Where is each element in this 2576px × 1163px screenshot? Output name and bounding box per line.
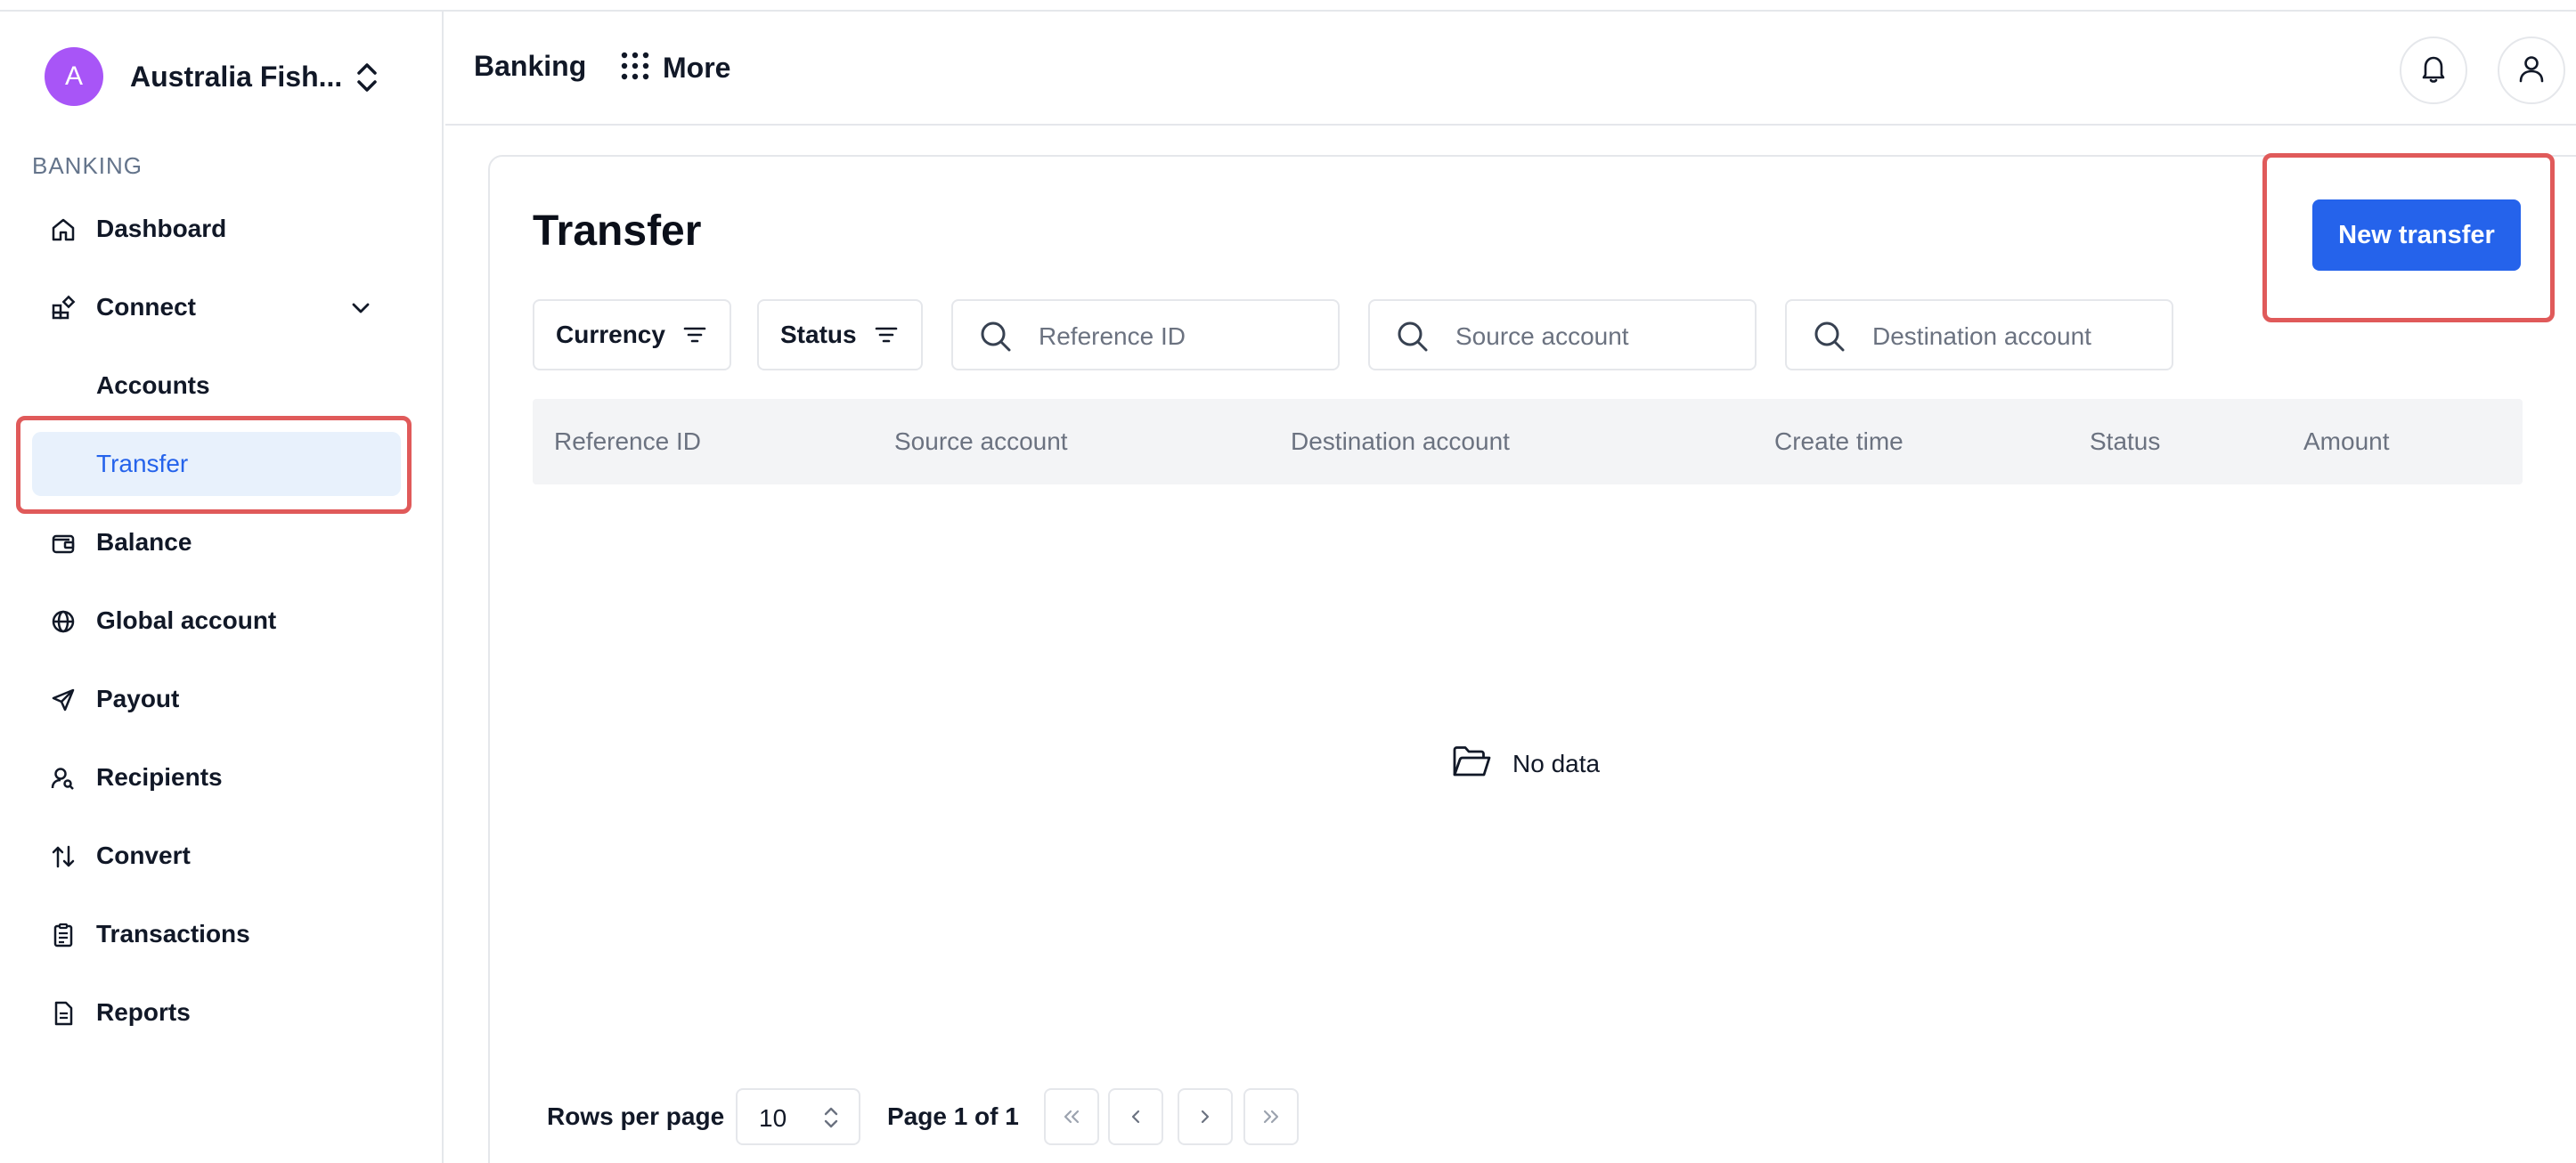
org-avatar: A bbox=[45, 47, 103, 106]
empty-state-text: No data bbox=[1512, 750, 1601, 777]
sidebar-item-label: Payout bbox=[96, 685, 180, 712]
sidebar-item-balance[interactable]: Balance bbox=[32, 510, 401, 574]
notifications-button[interactable] bbox=[2400, 37, 2467, 104]
sidebar-item-label: Balance bbox=[96, 528, 192, 556]
sidebar-item-accounts[interactable]: Accounts bbox=[32, 354, 401, 418]
grid-dots-icon bbox=[620, 51, 650, 85]
window-top-strip bbox=[0, 0, 2576, 12]
destination-account-input[interactable] bbox=[1872, 317, 2157, 356]
chevrons-left-icon bbox=[1064, 1110, 1080, 1124]
first-page-button[interactable] bbox=[1044, 1088, 1099, 1145]
send-icon bbox=[50, 687, 77, 713]
chevron-up-down-icon[interactable] bbox=[347, 56, 387, 99]
currency-filter-button[interactable]: Currency bbox=[533, 299, 731, 370]
sidebar-item-global-account[interactable]: Global account bbox=[32, 589, 401, 653]
previous-page-button[interactable] bbox=[1108, 1088, 1163, 1145]
user-profile-button[interactable] bbox=[2498, 37, 2565, 104]
chevron-down-icon[interactable] bbox=[347, 295, 374, 321]
last-page-button[interactable] bbox=[1243, 1088, 1299, 1145]
user-search-icon bbox=[50, 765, 77, 792]
sidebar-item-label: Transfer bbox=[96, 450, 189, 477]
home-icon bbox=[50, 216, 77, 243]
sidebar-item-label: Connect bbox=[96, 293, 196, 321]
sidebar-item-payout[interactable]: Payout bbox=[32, 667, 401, 731]
next-page-button[interactable] bbox=[1178, 1088, 1233, 1145]
page-indicator: Page 1 of 1 bbox=[887, 1102, 1019, 1130]
connect-icon bbox=[50, 295, 77, 321]
sidebar-item-label: Dashboard bbox=[96, 215, 227, 242]
pagination: Rows per page 10 Page 1 of 1 bbox=[545, 1088, 2505, 1145]
sidebar-section-label: BANKING bbox=[32, 152, 143, 179]
top-header: Banking More bbox=[445, 12, 2576, 126]
filter-icon bbox=[875, 327, 897, 343]
rows-per-page-select[interactable]: 10 bbox=[736, 1088, 860, 1145]
sidebar-item-dashboard[interactable]: Dashboard bbox=[32, 197, 401, 261]
search-icon bbox=[981, 321, 1011, 352]
reference-id-search[interactable] bbox=[951, 299, 1340, 370]
column-header-destination-account[interactable]: Destination account bbox=[1291, 427, 1510, 456]
header-banking-link[interactable]: Banking bbox=[474, 50, 586, 83]
source-account-search[interactable] bbox=[1368, 299, 1757, 370]
column-header-amount[interactable]: Amount bbox=[2303, 427, 2390, 456]
folder-open-icon bbox=[1452, 744, 1493, 785]
column-header-status[interactable]: Status bbox=[2090, 427, 2160, 456]
chevron-up-down-icon bbox=[824, 1107, 838, 1128]
chevrons-right-icon bbox=[1263, 1110, 1279, 1124]
sidebar-item-label: Transactions bbox=[96, 920, 250, 947]
sidebar-item-label: Accounts bbox=[96, 371, 210, 399]
chevron-right-icon bbox=[1201, 1110, 1210, 1124]
sidebar-item-label: Global account bbox=[96, 606, 277, 634]
rows-per-page-label: Rows per page bbox=[547, 1102, 725, 1130]
user-icon bbox=[2515, 53, 2547, 89]
page-title: Transfer bbox=[533, 207, 702, 255]
search-icon bbox=[1398, 321, 1428, 352]
table-header: Reference ID Source account Destination … bbox=[533, 399, 2523, 484]
globe-icon bbox=[50, 608, 77, 635]
destination-account-search[interactable] bbox=[1785, 299, 2173, 370]
status-filter-button[interactable]: Status bbox=[757, 299, 923, 370]
clipboard-icon bbox=[50, 922, 77, 948]
filter-icon bbox=[683, 327, 706, 343]
sidebar: A Australia Fish... BANKING Dashboard Co… bbox=[0, 12, 444, 1163]
empty-state: No data bbox=[1452, 744, 1600, 784]
sidebar-item-transactions[interactable]: Transactions bbox=[32, 902, 401, 966]
sidebar-item-label: Reports bbox=[96, 998, 191, 1026]
chevron-left-icon bbox=[1131, 1110, 1140, 1124]
reference-id-input[interactable] bbox=[1039, 317, 1324, 356]
sidebar-item-transfer[interactable]: Transfer bbox=[32, 432, 401, 496]
currency-filter-label: Currency bbox=[556, 321, 665, 348]
arrows-up-down-icon bbox=[50, 843, 77, 870]
column-header-create-time[interactable]: Create time bbox=[1774, 427, 1903, 456]
status-filter-label: Status bbox=[780, 321, 857, 348]
org-name: Australia Fish... bbox=[130, 60, 343, 93]
sidebar-item-convert[interactable]: Convert bbox=[32, 824, 401, 888]
header-more-label: More bbox=[663, 51, 731, 84]
source-account-input[interactable] bbox=[1455, 317, 1740, 356]
new-transfer-button[interactable]: New transfer bbox=[2312, 199, 2521, 271]
document-icon bbox=[50, 1000, 77, 1027]
wallet-icon bbox=[50, 530, 77, 557]
column-header-source-account[interactable]: Source account bbox=[894, 427, 1068, 456]
org-switcher[interactable]: A Australia Fish... bbox=[45, 47, 392, 106]
sidebar-item-label: Recipients bbox=[96, 763, 223, 791]
column-header-reference-id[interactable]: Reference ID bbox=[554, 427, 701, 456]
rows-per-page-value: 10 bbox=[759, 1104, 787, 1132]
header-more-menu[interactable]: More bbox=[620, 45, 730, 90]
transfer-card: Transfer New transfer Currency Status Re… bbox=[488, 155, 2576, 1163]
sidebar-item-recipients[interactable]: Recipients bbox=[32, 745, 401, 809]
search-icon bbox=[1814, 321, 1845, 352]
sidebar-item-label: Convert bbox=[96, 842, 191, 869]
bell-icon bbox=[2417, 53, 2450, 89]
sidebar-item-connect[interactable]: Connect bbox=[32, 275, 401, 339]
sidebar-item-reports[interactable]: Reports bbox=[32, 980, 401, 1045]
